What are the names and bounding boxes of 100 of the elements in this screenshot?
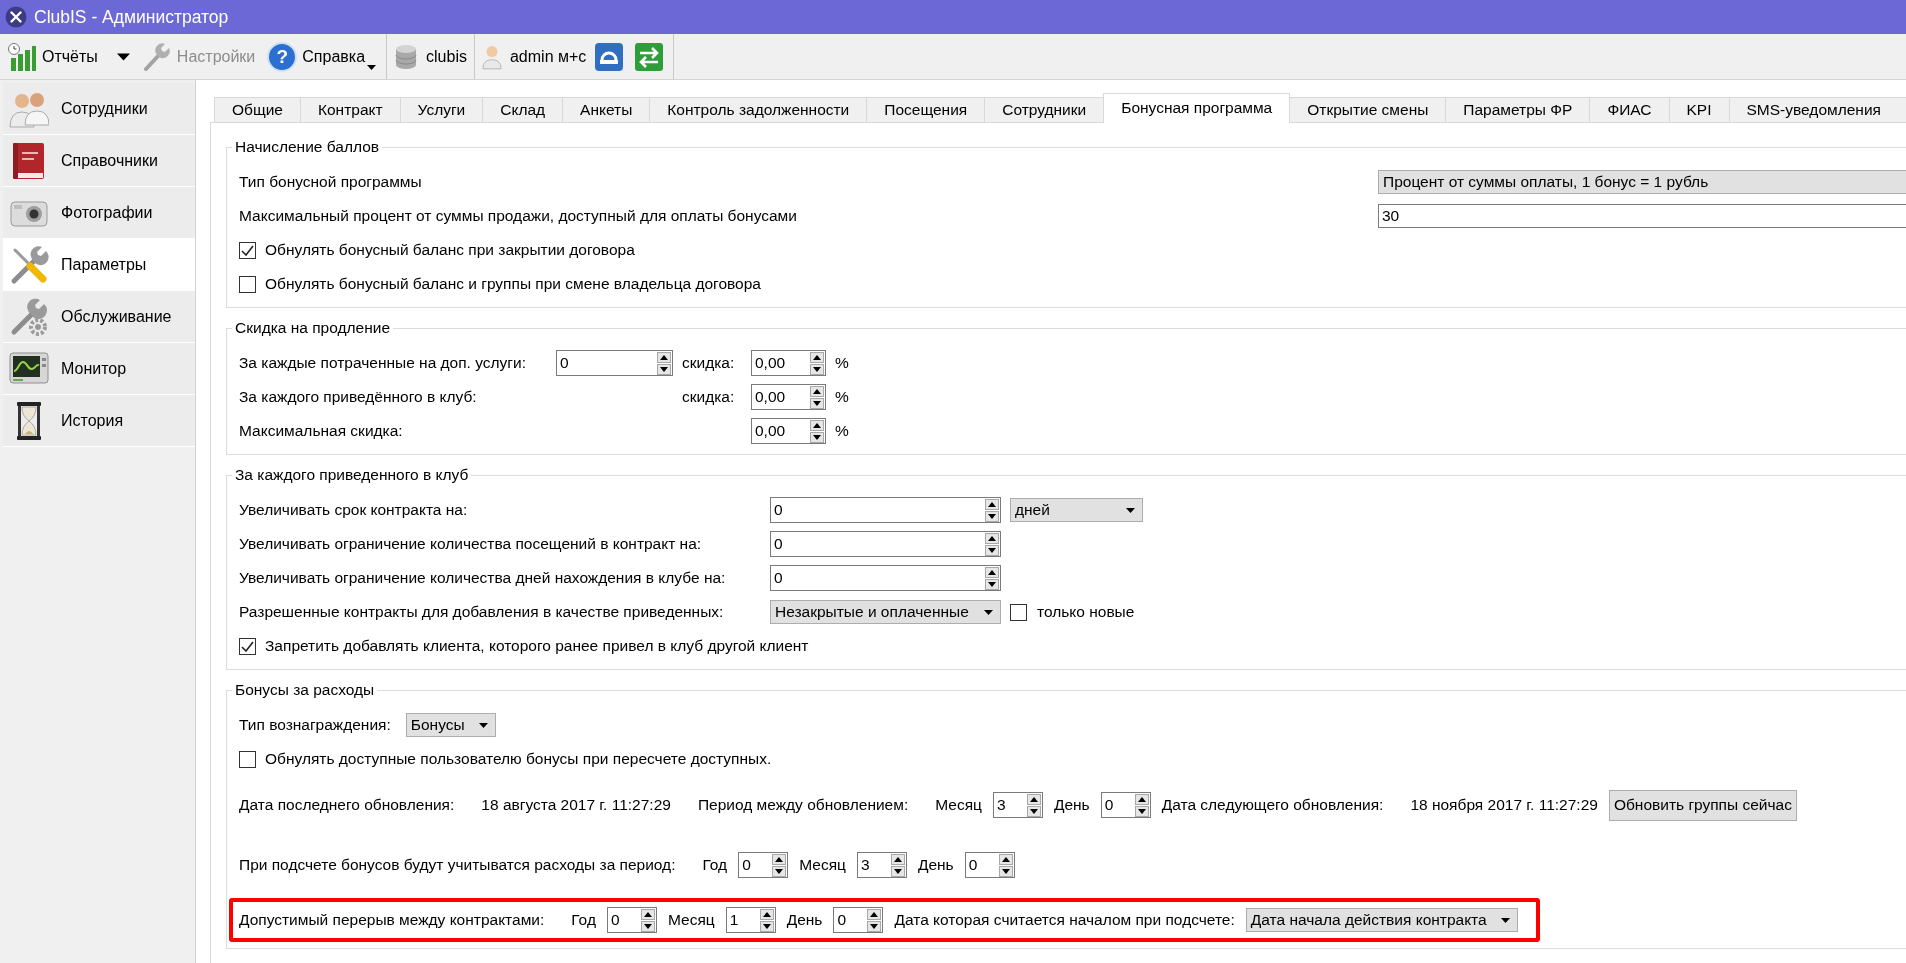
field-label: За каждые потраченные на доп. услуги: xyxy=(239,353,527,373)
down-arrow-icon xyxy=(985,544,999,556)
sidebar-item[interactable]: Справочники xyxy=(3,135,195,187)
spin-box[interactable]: 0,00 xyxy=(751,418,826,444)
spin-box[interactable]: 0 xyxy=(770,497,1001,523)
toolbar-button[interactable]: Отчёты xyxy=(4,36,133,77)
field-label: % xyxy=(835,421,850,441)
field-label: Максимальная скидка: xyxy=(239,421,404,441)
spin-box[interactable]: 0 xyxy=(606,907,657,933)
tab[interactable]: Склад xyxy=(482,97,564,122)
checkbox[interactable] xyxy=(239,241,256,259)
toolbar-label: clubis xyxy=(426,46,467,67)
up-arrow-icon xyxy=(1026,793,1041,805)
sidebar-item[interactable]: Сотрудники xyxy=(3,83,195,135)
tab[interactable]: KPI xyxy=(1668,97,1730,122)
up-arrow-icon xyxy=(985,566,999,578)
tab[interactable]: Сотрудники xyxy=(984,97,1105,122)
up-arrow-icon xyxy=(810,385,824,397)
up-arrow-icon xyxy=(657,351,671,363)
tab[interactable]: Открытие смены xyxy=(1289,97,1447,122)
dropdown[interactable]: Незакрытые и оплаченные xyxy=(770,600,1001,624)
up-arrow-icon xyxy=(985,498,999,510)
dropdown[interactable]: Бонусы xyxy=(405,713,496,737)
spin-box[interactable]: 0 xyxy=(833,907,884,933)
down-arrow-icon xyxy=(998,865,1013,877)
field-label: % xyxy=(835,353,850,373)
update-groups-button[interactable]: Обновить группы сейчас xyxy=(1608,789,1797,821)
field-label: Разрешенные контракты для добавления в качестве приведенных: xyxy=(239,602,725,622)
checkbox-label: Запретить добавлять клиента, которого ранее привел в клуб другой клиент xyxy=(265,636,809,656)
caret-icon xyxy=(478,722,488,728)
spin-box[interactable]: 0 xyxy=(556,350,673,376)
down-arrow-icon xyxy=(810,431,824,443)
spin-box[interactable]: 1 xyxy=(725,907,776,933)
bar-chart-icon xyxy=(7,41,37,72)
field-label: Тип бонусной программы xyxy=(239,172,423,192)
tab[interactable]: Контроль задолженности xyxy=(649,97,868,122)
sidebar-item[interactable]: История xyxy=(3,395,195,447)
text-field[interactable]: 30 xyxy=(1378,204,1906,228)
field-label: Месяц xyxy=(935,795,982,815)
up-arrow-icon xyxy=(810,419,824,431)
dome-icon xyxy=(594,41,625,72)
checkbox-label: Обнулять бонусный баланс и группы при смене владельца договора xyxy=(265,274,761,294)
swap-arrows-icon xyxy=(634,41,665,72)
tab[interactable]: Контракт xyxy=(299,97,401,122)
spin-box[interactable]: 0 xyxy=(964,852,1015,878)
up-arrow-icon xyxy=(759,908,774,920)
tab[interactable]: Услуги xyxy=(399,97,484,122)
sidebar-item[interactable]: Обслуживание xyxy=(3,291,195,343)
down-arrow-icon xyxy=(759,920,774,932)
spin-box[interactable]: 0 xyxy=(738,852,789,878)
tab[interactable]: SMS-уведомления xyxy=(1728,97,1906,122)
group-title: За каждого приведенного в клуб xyxy=(234,466,470,484)
checkbox[interactable] xyxy=(1010,603,1027,621)
spin-box[interactable]: 0 xyxy=(770,531,1001,557)
caret-icon xyxy=(367,64,377,70)
down-arrow-icon xyxy=(772,865,787,877)
spin-box[interactable]: 0,00 xyxy=(751,350,826,376)
down-arrow-icon xyxy=(810,363,824,375)
field-label: День xyxy=(917,855,954,875)
caret-icon xyxy=(116,52,130,61)
checkbox[interactable] xyxy=(239,275,256,293)
user-icon xyxy=(481,43,502,70)
spin-box[interactable]: 0 xyxy=(1100,792,1151,818)
down-arrow-icon xyxy=(1026,805,1041,817)
help-icon: ? xyxy=(267,41,298,72)
field-label: Допустимый перерыв между контрактами: xyxy=(239,910,545,930)
spin-box[interactable]: 3 xyxy=(856,852,907,878)
tab[interactable]: Параметры ФР xyxy=(1445,97,1591,122)
field-label: Год xyxy=(571,910,596,930)
tab[interactable]: Общие xyxy=(214,97,301,122)
field-label: % xyxy=(835,387,850,407)
up-arrow-icon xyxy=(772,853,787,865)
checkbox[interactable] xyxy=(239,637,256,655)
field-label: Год xyxy=(702,855,728,875)
tab[interactable]: Анкеты xyxy=(562,97,651,122)
checkbox[interactable] xyxy=(239,750,256,768)
spin-box[interactable]: 0 xyxy=(770,565,1001,591)
down-arrow-icon xyxy=(657,363,671,375)
field-label: Максимальный процент от суммы продажи, доступный для оплаты бонусами xyxy=(239,206,798,226)
up-arrow-icon xyxy=(867,908,882,920)
tools-icon xyxy=(9,244,49,285)
field-label: Месяц xyxy=(667,910,715,930)
window-title: ClubIS - Администратор xyxy=(34,6,229,28)
field-label: Увеличивать ограничение количества дней нахождения в клубе на: xyxy=(239,568,727,588)
dropdown[interactable]: Процент от суммы оплаты, 1 бонус = 1 рубль xyxy=(1378,170,1906,194)
spin-box[interactable]: 3 xyxy=(992,792,1043,818)
dropdown[interactable]: Дата начала действия контракта xyxy=(1245,908,1518,932)
tab[interactable]: ФИАС xyxy=(1589,97,1670,122)
spin-box[interactable]: 0,00 xyxy=(751,384,826,410)
tab[interactable]: Бонусная программа xyxy=(1103,93,1291,123)
field-label: Увеличивать ограничение количества посещений в контракт на: xyxy=(239,534,703,554)
sidebar-item[interactable]: Параметры xyxy=(3,239,195,291)
dropdown[interactable]: дней xyxy=(1010,498,1143,522)
toolbar-button[interactable]: ? Справка xyxy=(264,36,380,77)
sidebar-item[interactable]: Фотографии xyxy=(3,187,195,239)
down-arrow-icon xyxy=(867,920,882,932)
group-title: Бонусы за расходы xyxy=(234,681,376,699)
sidebar-item[interactable]: Монитор xyxy=(3,343,195,395)
tab[interactable]: Посещения xyxy=(866,97,986,122)
toolbar-label: admin м+с xyxy=(509,46,587,67)
